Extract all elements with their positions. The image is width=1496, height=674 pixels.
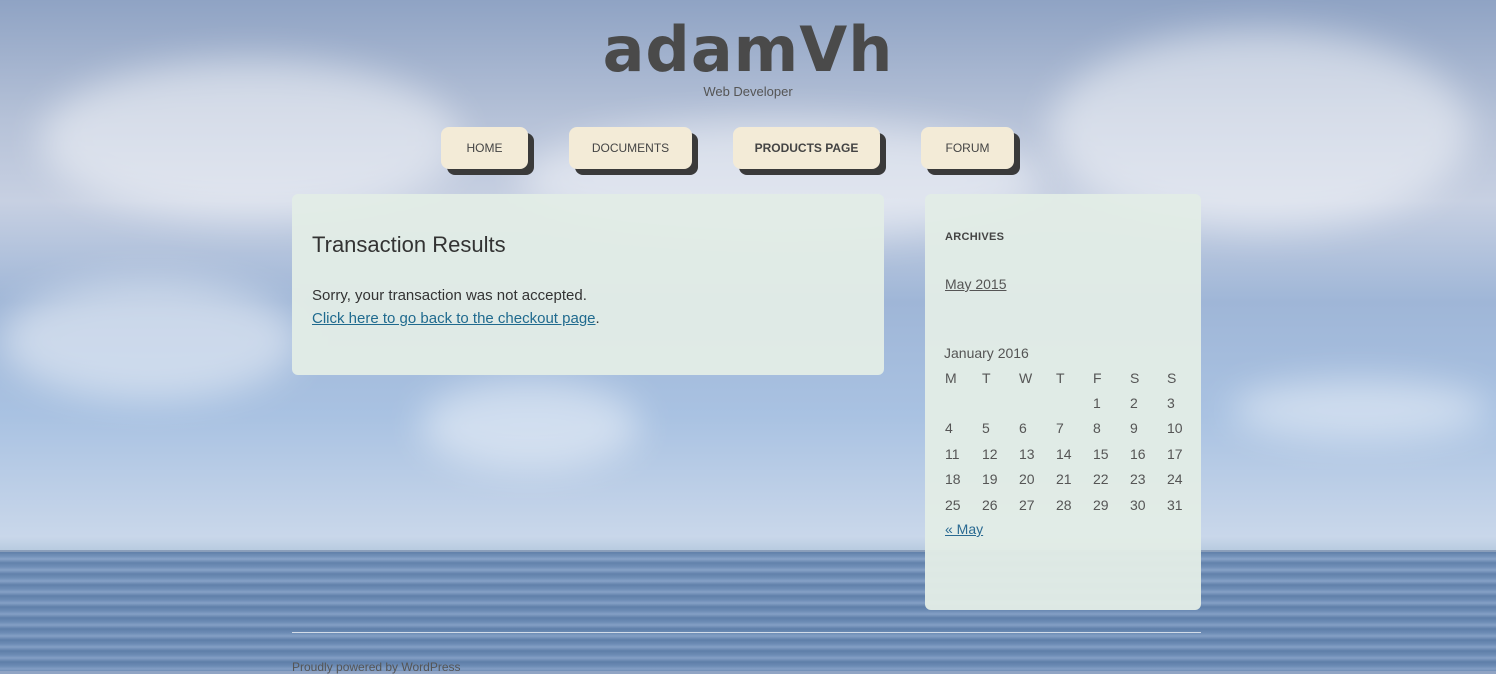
weekday-header: T <box>1056 369 1065 386</box>
calendar-day: 7 <box>1056 420 1064 437</box>
calendar-day: 12 <box>982 445 998 462</box>
sidebar-panel: ARCHIVES May 2015 January 2016 M T W T F… <box>925 194 1201 610</box>
calendar-week-row: 11 12 13 14 15 16 17 <box>942 441 1201 466</box>
calendar-prev-month-link[interactable]: « May <box>945 521 983 537</box>
calendar-day: 31 <box>1167 496 1183 513</box>
archive-link-may-2015[interactable]: May 2015 <box>945 276 1006 292</box>
nav-products-page[interactable]: PRODUCTS PAGE <box>733 127 880 169</box>
nav-forum[interactable]: FORUM <box>921 127 1014 169</box>
calendar-day <box>979 390 1016 415</box>
main-navigation: HOME DOCUMENTS PRODUCTS PAGE FORUM <box>441 127 1014 169</box>
checkout-link[interactable]: Click here to go back to the checkout pa… <box>312 310 596 327</box>
weekday-header: W <box>1019 369 1033 386</box>
checkout-link-suffix: . <box>595 310 600 327</box>
calendar-day: 16 <box>1130 445 1146 462</box>
transaction-message: Sorry, your transaction was not accepted… <box>312 287 587 304</box>
weekday-header: S <box>1130 369 1140 386</box>
calendar-day: 27 <box>1019 496 1035 513</box>
weekday-header: M <box>945 369 957 386</box>
background-sea <box>0 552 1496 671</box>
checkout-link-line: Click here to go back to the checkout pa… <box>312 307 600 330</box>
calendar-day: 19 <box>982 471 998 488</box>
calendar-day: 9 <box>1130 420 1138 437</box>
weekday-header: S <box>1167 369 1177 386</box>
weekday-header: F <box>1093 369 1102 386</box>
content-panel: Transaction Results Sorry, your transact… <box>292 194 884 375</box>
nav-documents[interactable]: DOCUMENTS <box>569 127 692 169</box>
calendar-day: 3 <box>1167 395 1175 412</box>
calendar-day: 18 <box>945 471 961 488</box>
calendar-day <box>1053 390 1090 415</box>
calendar-day: 4 <box>945 420 953 437</box>
footer-divider <box>292 632 1201 633</box>
site-title[interactable]: adamVh <box>0 10 1496 90</box>
calendar-week-row: 25 26 27 28 29 30 31 <box>942 492 1201 517</box>
calendar-day: 21 <box>1056 471 1072 488</box>
calendar-day: 28 <box>1056 496 1072 513</box>
page-title: Transaction Results <box>312 232 506 257</box>
calendar-day: 5 <box>982 420 990 437</box>
archives-heading: ARCHIVES <box>945 231 1005 243</box>
nav-home[interactable]: HOME <box>441 127 528 169</box>
calendar-day: 11 <box>945 445 960 462</box>
entry-content: Sorry, your transaction was not accepted… <box>312 284 600 330</box>
calendar-day: 24 <box>1167 471 1183 488</box>
calendar-day: 13 <box>1019 445 1035 462</box>
calendar-day: 6 <box>1019 420 1027 437</box>
calendar-day: 29 <box>1093 496 1109 513</box>
calendar-week-row: 4 5 6 7 8 9 10 <box>942 416 1201 441</box>
weekday-header: T <box>982 369 991 386</box>
site-tagline: Web Developer <box>703 84 793 99</box>
calendar-day: 10 <box>1167 420 1183 437</box>
site-header: adamVh Web Developer <box>0 10 1496 99</box>
calendar-day: 15 <box>1093 445 1109 462</box>
calendar-day: 25 <box>945 496 961 513</box>
calendar-day: 20 <box>1019 471 1035 488</box>
calendar-day <box>1016 390 1053 415</box>
calendar-day: 22 <box>1093 471 1109 488</box>
calendar-day: 17 <box>1167 445 1183 462</box>
calendar-weekday-row: M T W T F S S <box>942 365 1201 390</box>
calendar-day: 2 <box>1130 395 1138 412</box>
calendar-week-row: 18 19 20 21 22 23 24 <box>942 467 1201 492</box>
calendar-table: M T W T F S S 1 2 3 4 5 6 7 8 9 10 11 12… <box>942 365 1201 517</box>
calendar-day: 1 <box>1093 395 1101 412</box>
calendar-day: 30 <box>1130 496 1146 513</box>
calendar-day <box>942 390 979 415</box>
calendar-day: 23 <box>1130 471 1146 488</box>
calendar-day: 26 <box>982 496 998 513</box>
calendar-day: 8 <box>1093 420 1101 437</box>
calendar-day: 14 <box>1056 445 1072 462</box>
calendar-caption: January 2016 <box>944 345 1029 361</box>
footer-credit[interactable]: Proudly powered by WordPress <box>292 660 461 674</box>
calendar-week-row: 1 2 3 <box>942 390 1201 415</box>
